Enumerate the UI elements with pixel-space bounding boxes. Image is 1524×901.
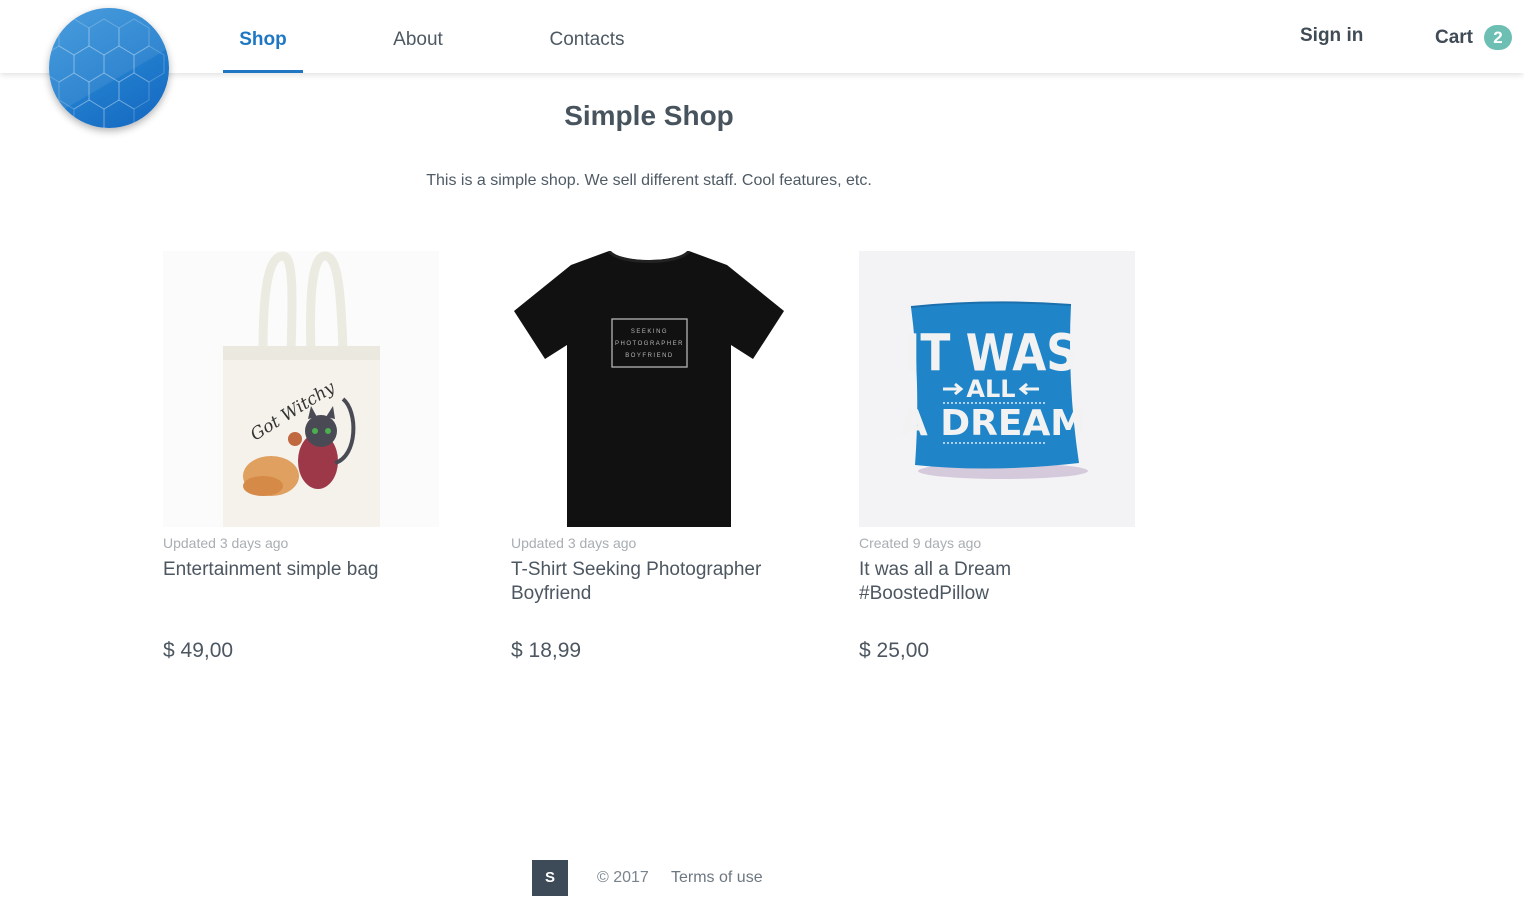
cart-count-badge: 2	[1484, 25, 1513, 50]
product-card[interactable]: SEEKING PHOTOGRAPHER BOYFRIEND Updated 3…	[511, 251, 787, 662]
nav-about[interactable]: About	[378, 0, 458, 73]
page-description: This is a simple shop. We sell different…	[426, 172, 872, 189]
product-updated-text: Updated 3 days ago	[163, 535, 289, 551]
hexagon-pattern-icon	[49, 8, 169, 128]
cart-label: Cart	[1435, 26, 1474, 48]
footer-logo[interactable]: S	[532, 860, 568, 896]
product-updated-text: Updated 3 days ago	[511, 535, 637, 551]
svg-text:SEEKING: SEEKING	[631, 329, 668, 335]
tshirt-image[interactable]: SEEKING PHOTOGRAPHER BOYFRIEND	[511, 251, 787, 527]
svg-text:ALL: ALL	[966, 375, 1015, 403]
terms-of-use-link[interactable]: Terms of use	[671, 869, 763, 887]
svg-text:BOYFRIEND: BOYFRIEND	[625, 353, 674, 359]
cart-link[interactable]: Cart 2	[1435, 25, 1513, 50]
nav-contacts[interactable]: Contacts	[537, 0, 637, 73]
svg-text:PHOTOGRAPHER: PHOTOGRAPHER	[615, 341, 684, 347]
product-price: $ 18,99	[511, 639, 582, 662]
product-price: $ 49,00	[163, 639, 234, 662]
product-title[interactable]: It was all a Dream #BoostedPillow	[859, 558, 1129, 606]
product-card[interactable]: Got Witchy Updated 3 days ago Entertainm…	[163, 251, 439, 662]
top-navbar: Shop About Contacts Sign in Cart 2	[0, 0, 1524, 73]
product-price: $ 25,00	[859, 639, 930, 662]
pillow-image[interactable]: IT WAS ALL A DREAM	[859, 251, 1135, 527]
product-created-text: Created 9 days ago	[859, 535, 982, 551]
product-card[interactable]: IT WAS ALL A DREAM Created 9 days ago It…	[859, 251, 1135, 662]
site-logo[interactable]	[49, 8, 169, 128]
page-title: Simple Shop	[564, 100, 734, 131]
footer-copyright: © 2017	[597, 869, 649, 886]
sign-in-link[interactable]: Sign in	[1300, 25, 1363, 47]
nav-shop[interactable]: Shop	[223, 0, 303, 73]
svg-text:A DREAM: A DREAM	[900, 403, 1086, 444]
product-title[interactable]: T-Shirt Seeking Photographer Boyfriend	[511, 558, 781, 606]
product-title[interactable]: Entertainment simple bag	[163, 558, 433, 606]
tote-bag-image[interactable]: Got Witchy	[163, 251, 439, 527]
